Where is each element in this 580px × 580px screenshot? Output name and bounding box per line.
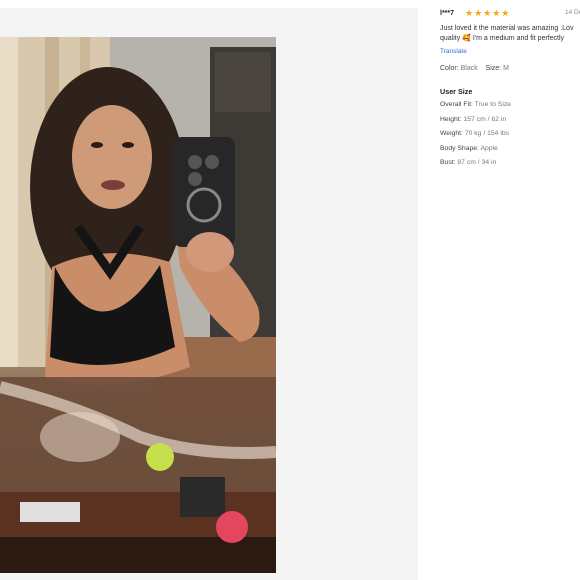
size-item-height: Height: 157 cm / 62 in bbox=[440, 115, 511, 130]
review-details: l***7 ★★★★★ 14 De Just loved it the mate… bbox=[438, 0, 580, 580]
review-photo[interactable] bbox=[0, 37, 276, 573]
size-value: M bbox=[503, 65, 509, 72]
reviewer-row: l***7 ★★★★★ 14 De bbox=[438, 7, 580, 19]
color-label: Color: bbox=[440, 65, 459, 72]
size-item-label: Bust: bbox=[440, 159, 456, 167]
color-value: Black bbox=[460, 65, 478, 72]
variant-info: Color: Black Size: M bbox=[440, 64, 509, 74]
user-size-title: User Size bbox=[440, 87, 473, 96]
size-item-label: Overall Fit: bbox=[440, 101, 473, 108]
review-photo-image bbox=[0, 37, 276, 573]
review-photo-gallery bbox=[0, 8, 418, 580]
size-item-value: 70 kg / 154 lbs bbox=[464, 130, 510, 138]
size-item-bust: Bust: 87 cm / 34 in bbox=[440, 158, 511, 173]
review-text: Just loved it the material was amazing .… bbox=[440, 25, 574, 43]
review-date: 14 De bbox=[565, 9, 580, 16]
size-item-value: 87 cm / 34 in bbox=[457, 159, 497, 167]
size-item-body-shape: Body Shape: Apple bbox=[440, 144, 511, 159]
size-item-value: Apple bbox=[480, 144, 498, 152]
size-item-label: Body Shape: bbox=[440, 144, 479, 152]
size-item-value: 157 cm / 62 in bbox=[463, 115, 507, 123]
translate-link[interactable]: Translate bbox=[440, 47, 467, 56]
reviewer-name: l***7 bbox=[440, 10, 455, 17]
size-item-value: True to Size bbox=[474, 101, 512, 108]
star-rating: ★★★★★ bbox=[465, 8, 511, 18]
user-size-list: Overall Fit: True to Size Height: 157 cm… bbox=[440, 100, 511, 173]
size-item-overall-fit: Overall Fit: True to Size bbox=[440, 100, 511, 115]
size-item-label: Weight: bbox=[440, 130, 463, 138]
size-item-weight: Weight: 70 kg / 154 lbs bbox=[440, 129, 511, 144]
size-item-label: Height: bbox=[440, 115, 462, 123]
size-label: Size: bbox=[485, 65, 502, 72]
